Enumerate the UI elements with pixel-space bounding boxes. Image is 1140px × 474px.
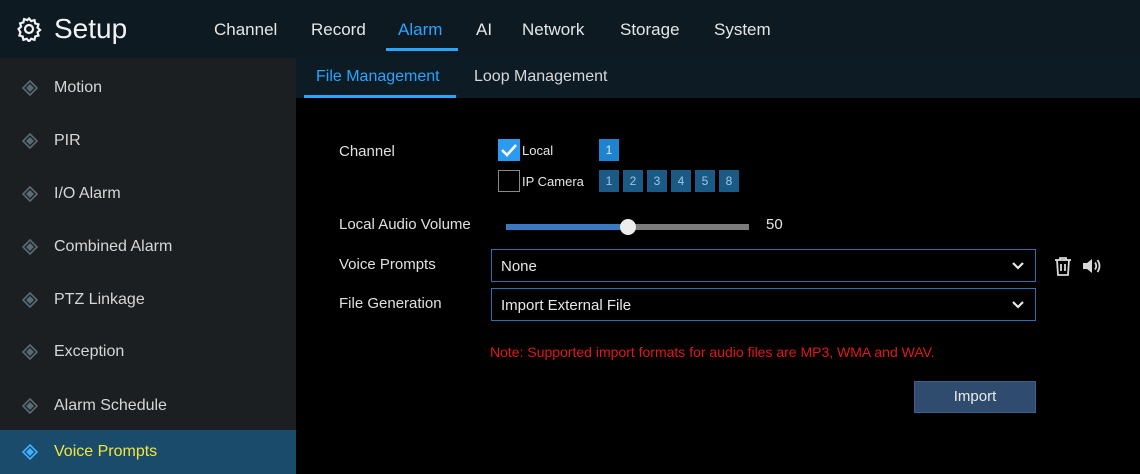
sidebar-item-label: Voice Prompts bbox=[54, 443, 158, 460]
diamond-icon bbox=[22, 344, 38, 360]
sidebar-item-exception[interactable]: Exception bbox=[0, 330, 296, 374]
ip-camera-checkbox[interactable] bbox=[498, 170, 520, 192]
page-title: Setup bbox=[54, 13, 128, 44]
checkmark-icon bbox=[501, 144, 517, 157]
tab-file-management[interactable]: File Management bbox=[316, 68, 440, 86]
trash-icon[interactable] bbox=[1052, 255, 1074, 277]
volume-slider-thumb[interactable] bbox=[619, 219, 636, 235]
local-channel-1-button[interactable]: 1 bbox=[599, 139, 619, 161]
sidebar-item-combined-alarm[interactable]: Combined Alarm bbox=[0, 225, 296, 269]
diamond-icon bbox=[22, 292, 38, 308]
chevron-down-icon bbox=[1012, 262, 1024, 270]
tab-storage[interactable]: Storage bbox=[620, 20, 680, 40]
ip-channel-1-button[interactable]: 1 bbox=[599, 170, 619, 192]
sidebar-item-label: Motion bbox=[54, 79, 103, 96]
sidebar-item-voice-prompts[interactable]: Voice Prompts bbox=[0, 430, 296, 474]
file-generation-label: File Generation bbox=[339, 295, 442, 312]
ip-channel-5-button[interactable]: 5 bbox=[695, 170, 715, 192]
volume-label: Local Audio Volume bbox=[339, 216, 471, 233]
diamond-icon bbox=[22, 398, 38, 414]
sidebar-item-io-alarm[interactable]: I/O Alarm bbox=[0, 172, 296, 216]
sidebar-item-pir[interactable]: PIR bbox=[0, 119, 296, 163]
sidebar-item-label: PIR bbox=[54, 132, 81, 149]
ip-channel-3-button[interactable]: 3 bbox=[647, 170, 667, 192]
diamond-icon bbox=[22, 239, 38, 255]
sidebar-item-motion[interactable]: Motion bbox=[0, 66, 296, 110]
sidebar-item-ptz-linkage[interactable]: PTZ Linkage bbox=[0, 278, 296, 322]
file-generation-value: Import External File bbox=[501, 297, 632, 314]
sidebar-item-label: Alarm Schedule bbox=[54, 397, 167, 414]
channel-label: Channel bbox=[339, 143, 395, 160]
diamond-icon bbox=[22, 186, 38, 202]
tab-loop-management[interactable]: Loop Management bbox=[474, 68, 607, 86]
sidebar-item-alarm-schedule[interactable]: Alarm Schedule bbox=[0, 384, 296, 428]
tab-active-indicator bbox=[386, 48, 458, 51]
gear-icon bbox=[17, 16, 42, 42]
tab-ai[interactable]: AI bbox=[476, 20, 492, 40]
ip-channel-4-button[interactable]: 4 bbox=[671, 170, 691, 192]
subtab-active-indicator bbox=[304, 95, 456, 98]
sidebar: Motion PIR I/O Alarm Combined Alarm PTZ … bbox=[0, 58, 296, 474]
tab-channel[interactable]: Channel bbox=[214, 20, 277, 40]
local-checkbox[interactable] bbox=[498, 139, 520, 161]
volume-slider-fill bbox=[506, 224, 628, 230]
voice-prompts-value: None bbox=[501, 258, 537, 275]
speaker-icon[interactable] bbox=[1080, 255, 1102, 277]
top-header: Setup Channel Record Alarm AI Network St… bbox=[0, 0, 1140, 58]
diamond-icon bbox=[22, 133, 38, 149]
tab-record[interactable]: Record bbox=[311, 20, 366, 40]
sidebar-item-label: I/O Alarm bbox=[54, 185, 121, 202]
import-format-note: Note: Supported import formats for audio… bbox=[490, 344, 935, 360]
brand: Setup bbox=[16, 8, 127, 50]
tab-alarm[interactable]: Alarm bbox=[398, 20, 442, 40]
sidebar-item-label: PTZ Linkage bbox=[54, 291, 145, 308]
chevron-down-icon bbox=[1012, 301, 1024, 309]
local-label: Local bbox=[522, 143, 554, 158]
volume-slider[interactable] bbox=[506, 219, 749, 235]
voice-prompts-select[interactable]: None bbox=[491, 249, 1036, 282]
import-button[interactable]: Import bbox=[914, 381, 1036, 413]
diamond-icon bbox=[22, 80, 38, 96]
diamond-icon bbox=[22, 444, 38, 460]
volume-value: 50 bbox=[766, 216, 783, 233]
ip-channel-2-button[interactable]: 2 bbox=[623, 170, 643, 192]
subtab-bar: File Management Loop Management bbox=[296, 58, 1140, 98]
sidebar-item-label: Exception bbox=[54, 343, 125, 360]
tab-system[interactable]: System bbox=[714, 20, 771, 40]
ip-camera-label: IP Camera bbox=[522, 174, 584, 189]
tab-network[interactable]: Network bbox=[522, 20, 584, 40]
file-generation-select[interactable]: Import External File bbox=[491, 288, 1036, 321]
ip-channel-8-button[interactable]: 8 bbox=[719, 170, 739, 192]
sidebar-item-label: Combined Alarm bbox=[54, 238, 173, 255]
voice-prompts-label: Voice Prompts bbox=[339, 256, 436, 273]
